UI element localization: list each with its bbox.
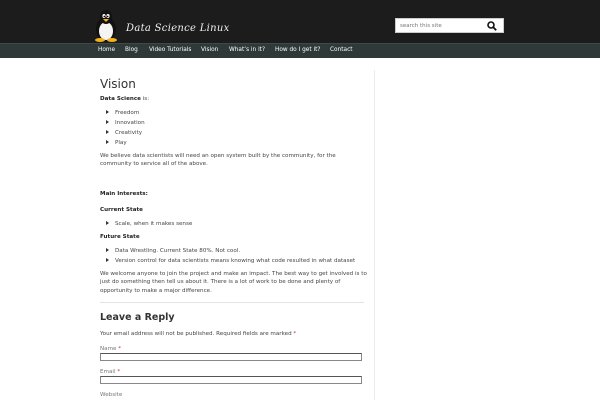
required-mark: * (293, 331, 297, 337)
reply-heading: Leave a Reply (100, 312, 175, 323)
list-item: Data Wrestling. Current State 80%. Not c… (106, 248, 240, 254)
intro-line: Data Science is: (100, 95, 149, 103)
list-item: Play (106, 140, 127, 146)
bullet-triangle-icon (106, 110, 109, 114)
list-item: Version control for data scientists mean… (106, 258, 355, 264)
bullet-triangle-icon (106, 221, 109, 225)
bullet-triangle-icon (106, 130, 109, 134)
email-field[interactable] (100, 376, 362, 384)
intro-bold: Data Science (100, 96, 141, 102)
future-state-heading: Future State (100, 234, 140, 240)
name-field[interactable] (100, 353, 362, 361)
page-title: Vision (100, 77, 136, 91)
bullet-triangle-icon (106, 258, 109, 262)
reply-note: Your email address will not be published… (100, 331, 297, 337)
list-item: Freedom (106, 110, 139, 116)
current-state-heading: Current State (100, 207, 143, 213)
website-label: Website (100, 392, 123, 398)
list-item: Creativity (106, 130, 142, 136)
content-divider (100, 302, 364, 303)
nav-item-vision[interactable]: Vision (201, 47, 218, 53)
main-nav: Home Blog Video Tutorials Vision What’s … (0, 43, 600, 58)
welcome-paragraph: We welcome anyone to join the project an… (100, 271, 367, 294)
email-label: Email * (100, 369, 121, 375)
name-label: Name * (100, 346, 122, 352)
nav-item-how-do-i-get-it[interactable]: How do I get it? (275, 47, 320, 53)
nav-item-whats-in-it[interactable]: What’s in it? (229, 47, 265, 53)
nav-item-video-tutorials[interactable]: Video Tutorials (149, 47, 191, 53)
search-input[interactable] (400, 21, 480, 31)
bullet-triangle-icon (106, 248, 109, 252)
list-item: Innovation (106, 120, 145, 126)
intro-rest: is: (140, 96, 150, 102)
sidebar-divider (374, 70, 375, 400)
main-interests-heading: Main Interests: (100, 191, 148, 197)
tux-penguin-icon (95, 10, 117, 42)
search-icon[interactable] (487, 21, 497, 31)
nav-item-home[interactable]: Home (98, 47, 115, 53)
search-box (395, 18, 504, 33)
site-header: Data Science Linux (0, 0, 600, 43)
site-logo[interactable]: Data Science Linux (93, 9, 243, 42)
site-brand-name[interactable]: Data Science Linux (126, 23, 230, 34)
bullet-triangle-icon (106, 140, 109, 144)
nav-item-contact[interactable]: Contact (330, 47, 353, 53)
bullet-triangle-icon (106, 120, 109, 124)
list-item: Scale, when it makes sense (106, 221, 192, 227)
nav-item-blog[interactable]: Blog (125, 47, 138, 53)
belief-paragraph: We believe data scientists will need an … (100, 153, 336, 168)
